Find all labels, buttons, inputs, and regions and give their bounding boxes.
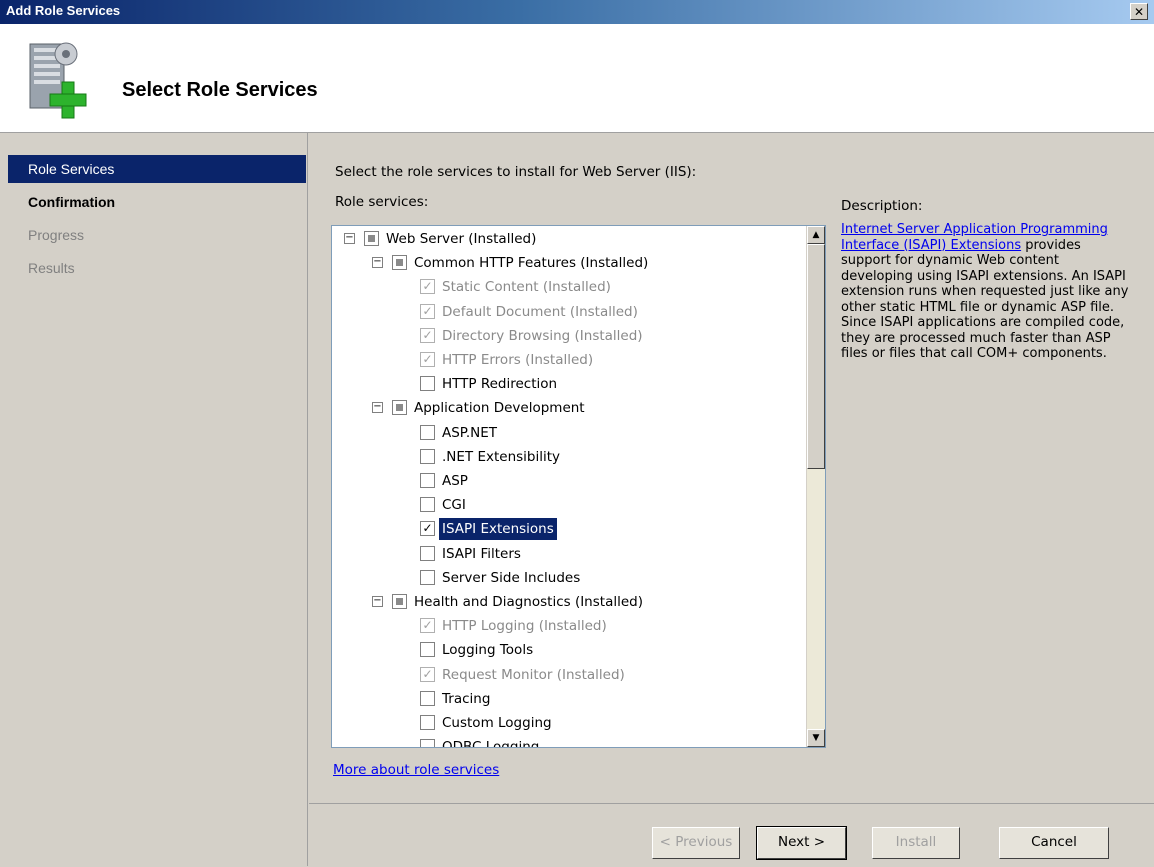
tree-item[interactable]: ✓ ISAPI Extensions <box>332 518 802 541</box>
tree-item-checkbox[interactable] <box>392 400 407 416</box>
wizard-header: Select Role Services <box>0 24 1154 133</box>
tree-item-checkbox: ✓ <box>420 327 435 343</box>
collapse-icon[interactable]: − <box>372 257 383 269</box>
window-title: Add Role Services <box>6 3 121 18</box>
tree-item[interactable]: CGI <box>332 494 802 516</box>
role-services-label: Role services: <box>335 194 429 210</box>
tree-item-checkbox[interactable] <box>420 448 435 464</box>
tree-item-label: Server Side Includes <box>442 569 581 586</box>
tree-item-checkbox[interactable] <box>420 690 435 706</box>
tree-item[interactable]: Server Side Includes <box>332 567 802 589</box>
instruction-text: Select the role services to install for … <box>335 164 697 180</box>
tree-item[interactable]: − Common HTTP Features (Installed) <box>332 252 802 274</box>
tree-item-label: CGI <box>442 497 466 514</box>
tree-item-checkbox[interactable] <box>392 594 407 609</box>
tree-item-label: ISAPI Extensions <box>439 518 557 541</box>
tree-item[interactable]: − Application Development <box>332 397 802 419</box>
tree-item[interactable]: ISAPI Filters <box>332 543 802 565</box>
tree-item-checkbox[interactable] <box>364 231 379 246</box>
tree-item-checkbox[interactable]: ✓ <box>420 521 435 537</box>
main-content: Select the role services to install for … <box>309 133 1154 866</box>
tree-item-checkbox[interactable] <box>420 376 435 392</box>
collapse-icon[interactable]: − <box>344 233 355 244</box>
page-title: Select Role Services <box>122 79 318 101</box>
tree-item[interactable]: ✓ Directory Browsing (Installed) <box>332 325 802 347</box>
install-button[interactable]: Install <box>872 827 960 859</box>
tree-item[interactable]: Tracing <box>332 688 802 710</box>
tree-item-label: ASP <box>442 473 468 489</box>
tree-item-label: ISAPI Filters <box>442 545 521 562</box>
tree-item-label: HTTP Redirection <box>442 376 558 393</box>
tree-item-checkbox[interactable] <box>420 739 435 747</box>
tree-item-checkbox[interactable] <box>420 715 435 730</box>
tree-item-checkbox[interactable] <box>392 255 407 271</box>
tree-item-checkbox: ✓ <box>420 303 435 319</box>
cancel-button[interactable]: Cancel <box>999 827 1109 859</box>
tree-item-label: Health and Diagnostics (Installed) <box>414 594 643 610</box>
title-bar: Add Role Services ✕ <box>0 0 1154 24</box>
tree-item-label: Tracing <box>442 690 491 707</box>
tree-item[interactable]: − Web Server (Installed) <box>332 228 802 250</box>
tree-item-label: Web Server (Installed) <box>386 231 537 247</box>
tree-item[interactable]: ODBC Logging <box>332 736 802 748</box>
tree-item-label: Common HTTP Features (Installed) <box>414 255 649 272</box>
tree-item-checkbox: ✓ <box>420 352 435 367</box>
tree-item-checkbox[interactable] <box>420 497 435 513</box>
next-button[interactable]: Next > <box>756 826 847 860</box>
tree-item-checkbox[interactable] <box>420 545 435 561</box>
tree-item-checkbox[interactable] <box>420 642 435 658</box>
nav-item-confirmation[interactable]: Confirmation <box>8 188 306 216</box>
nav-item-results: Results <box>28 260 75 276</box>
scroll-up-icon[interactable]: ▲ <box>807 226 825 244</box>
description-text: Internet Server Application Programming … <box>841 222 1131 362</box>
tree-item-label: Logging Tools <box>442 642 534 659</box>
server-add-icon <box>29 42 87 119</box>
tree-item-label: Request Monitor (Installed) <box>442 666 625 683</box>
tree-item-label: .NET Extensibility <box>442 448 561 465</box>
tree-item-label: Application Development <box>414 400 585 417</box>
tree-item-checkbox[interactable] <box>420 424 435 440</box>
tree-item-label: Custom Logging <box>442 715 552 731</box>
tree-item-label: HTTP Errors (Installed) <box>442 352 594 368</box>
tree-item[interactable]: ✓ Request Monitor (Installed) <box>332 664 802 686</box>
scroll-down-icon[interactable]: ▼ <box>807 729 825 747</box>
tree-item-checkbox[interactable] <box>420 569 435 585</box>
scroll-thumb[interactable] <box>807 244 825 469</box>
more-about-link[interactable]: More about role services <box>333 762 499 778</box>
tree-item-label: ASP.NET <box>442 424 498 441</box>
description-body: provides support for dynamic Web content… <box>841 237 1129 362</box>
tree-item[interactable]: .NET Extensibility <box>332 446 802 468</box>
tree-item[interactable]: Logging Tools <box>332 639 802 661</box>
tree-item[interactable]: ✓ Default Document (Installed) <box>332 301 802 323</box>
previous-button[interactable]: < Previous <box>652 827 740 859</box>
close-button[interactable]: ✕ <box>1130 3 1148 20</box>
wizard-nav: Role Services Confirmation Progress Resu… <box>0 133 308 866</box>
tree-item-label: Directory Browsing (Installed) <box>442 327 643 344</box>
tree-item-label: HTTP Logging (Installed) <box>442 618 607 635</box>
tree-item[interactable]: HTTP Redirection <box>332 373 802 395</box>
tree-item-checkbox[interactable] <box>420 473 435 488</box>
tree-item-label: Static Content (Installed) <box>442 279 611 296</box>
collapse-icon[interactable]: − <box>372 402 383 414</box>
tree-item-checkbox: ✓ <box>420 666 435 682</box>
description-label: Description: <box>841 198 923 214</box>
tree-scrollbar[interactable]: ▲ ▼ <box>806 226 825 747</box>
tree-item[interactable]: ASP <box>332 470 802 492</box>
role-services-tree[interactable]: − Web Server (Installed) − Common HTTP Feat… <box>331 225 826 748</box>
tree-item[interactable]: ASP.NET <box>332 422 802 444</box>
nav-item-progress: Progress <box>28 227 85 243</box>
tree-item[interactable]: ✓ Static Content (Installed) <box>332 276 802 298</box>
tree-item-label: ODBC Logging <box>442 739 540 748</box>
tree-item[interactable]: ✓ HTTP Errors (Installed) <box>332 349 802 371</box>
tree-item-checkbox: ✓ <box>420 618 435 634</box>
tree-item[interactable]: − Health and Diagnostics (Installed) <box>332 591 802 613</box>
tree-item[interactable]: ✓ HTTP Logging (Installed) <box>332 615 802 637</box>
collapse-icon[interactable]: − <box>372 596 383 607</box>
tree-item-checkbox: ✓ <box>420 279 435 295</box>
tree-item[interactable]: Custom Logging <box>332 712 802 734</box>
nav-item-role-services[interactable]: Role Services <box>8 155 306 183</box>
tree-item-label: Default Document (Installed) <box>442 303 638 320</box>
